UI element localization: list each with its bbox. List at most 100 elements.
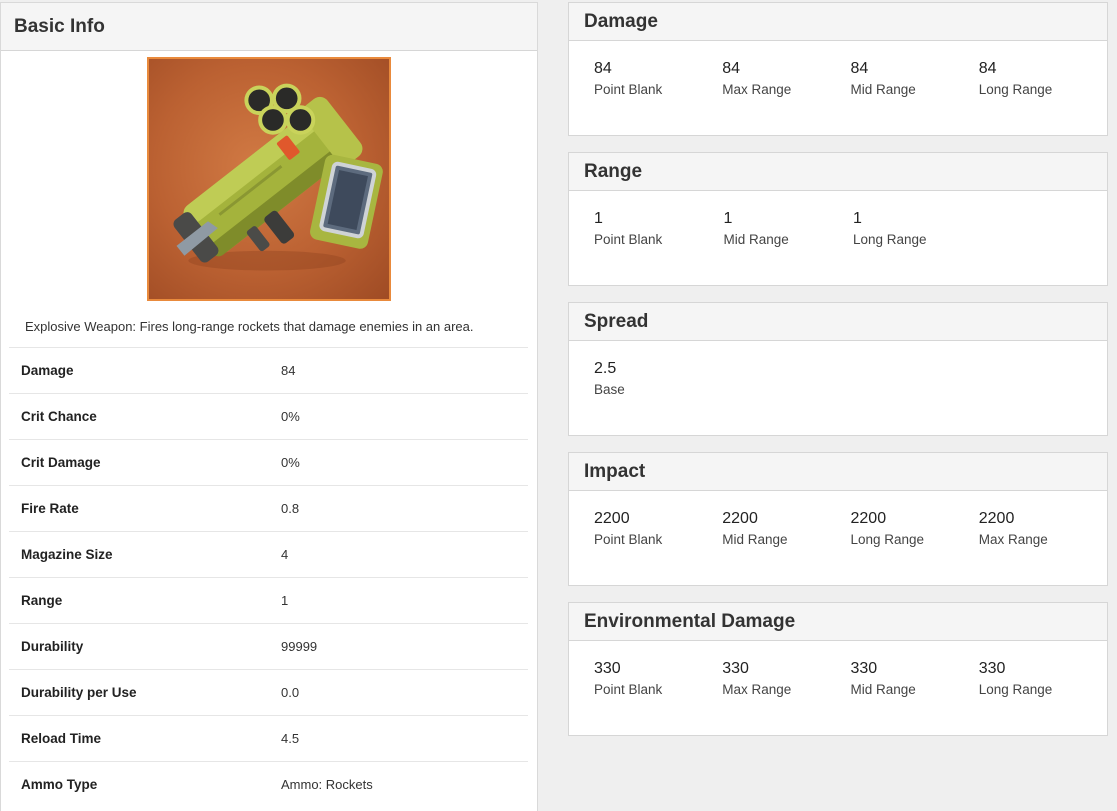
environmental-damage-card-header: Environmental Damage (569, 603, 1107, 641)
stat-value: 99999 (281, 639, 318, 654)
stat-row-durability: Durability 99999 (9, 623, 528, 669)
stat-row-reload-time: Reload Time 4.5 (9, 715, 528, 761)
damage-card-header: Damage (569, 3, 1107, 41)
metric-value: 84 (722, 60, 741, 77)
stat-row-crit-damage: Crit Damage 0% (9, 439, 528, 485)
metric-item: 2200 Point Blank (594, 509, 722, 547)
spread-card-header: Spread (569, 303, 1107, 341)
metric-value: 2.5 (594, 360, 617, 377)
metric-value: 330 (978, 660, 1006, 677)
damage-metrics: 84 Point Blank 84 Max Range 84 Mid Range… (569, 41, 1107, 97)
metric-item: 2200 Mid Range (722, 509, 850, 547)
stat-row-crit-chance: Crit Chance 0% (9, 393, 528, 439)
stat-value: 4 (281, 547, 289, 562)
environmental-damage-card: Environmental Damage 330 Point Blank 330… (568, 602, 1108, 736)
metric-value: 84 (978, 60, 997, 77)
stat-label: Reload Time (21, 731, 102, 746)
metric-label: Max Range (722, 82, 792, 97)
metric-value: 84 (594, 60, 612, 77)
stat-label: Durability (21, 639, 84, 654)
metric-item: 330 Long Range (979, 659, 1107, 697)
range-card: Range 1 Point Blank 1 Mid Range 1 Long R… (568, 152, 1108, 286)
environmental-damage-metrics: 330 Point Blank 330 Max Range 330 Mid Ra… (569, 641, 1107, 697)
metric-item: 2.5 Base (594, 359, 724, 397)
metric-value: 1 (853, 210, 862, 227)
stat-value: 0.8 (281, 501, 300, 516)
stat-label: Damage (21, 363, 74, 378)
metric-item: 330 Mid Range (851, 659, 979, 697)
metric-value: 330 (850, 660, 878, 677)
metric-item: 84 Point Blank (594, 59, 722, 97)
stat-value: 0.0 (281, 685, 300, 700)
stat-row-magazine-size: Magazine Size 4 (9, 531, 528, 577)
metric-value: 330 (594, 660, 621, 677)
stat-value: 0% (281, 409, 300, 424)
stat-value: 4.5 (281, 731, 300, 746)
stat-label: Crit Damage (21, 455, 101, 470)
metric-label: Mid Range (723, 232, 789, 247)
metric-label: Base (594, 382, 625, 397)
stat-label: Range (21, 593, 63, 608)
stat-row-ammo-type: Ammo Type Ammo: Rockets (9, 761, 528, 807)
metric-item: 84 Max Range (722, 59, 850, 97)
stat-value: 0% (281, 455, 300, 470)
impact-card: Impact 2200 Point Blank 2200 Mid Range 2… (568, 452, 1108, 586)
stat-value: 84 (281, 363, 296, 378)
metric-label: Long Range (853, 232, 927, 247)
range-card-title: Range (584, 160, 643, 182)
weapon-image (147, 57, 391, 301)
metric-label: Point Blank (594, 232, 663, 247)
spread-metrics: 2.5 Base (569, 341, 1107, 397)
metric-item: 1 Mid Range (724, 209, 854, 247)
stat-label: Fire Rate (21, 501, 79, 516)
weapon-description: Explosive Weapon: Fires long-range rocke… (25, 319, 474, 334)
metric-item: 330 Max Range (722, 659, 850, 697)
metric-value: 330 (722, 660, 749, 677)
metric-item: 2200 Long Range (851, 509, 979, 547)
metric-value: 1 (723, 210, 733, 227)
stat-label: Durability per Use (21, 685, 137, 700)
range-metrics: 1 Point Blank 1 Mid Range 1 Long Range (569, 191, 1107, 247)
metric-label: Long Range (850, 532, 925, 547)
stat-value: 1 (281, 593, 289, 608)
metric-item: 2200 Max Range (979, 509, 1107, 547)
metric-value: 2200 (850, 510, 887, 527)
stat-row-damage: Damage 84 (9, 347, 528, 393)
metric-value: 2200 (978, 510, 1015, 527)
metric-item: 84 Mid Range (851, 59, 979, 97)
metric-label: Long Range (978, 682, 1053, 697)
stat-label: Crit Chance (21, 409, 97, 424)
impact-metrics: 2200 Point Blank 2200 Mid Range 2200 Lon… (569, 491, 1107, 547)
metric-label: Long Range (978, 82, 1053, 97)
stat-row-durability-per-use: Durability per Use 0.0 (9, 669, 528, 715)
damage-card-title: Damage (584, 10, 658, 32)
metric-value: 84 (850, 60, 869, 77)
metric-label: Mid Range (722, 532, 788, 547)
metric-label: Max Range (722, 682, 792, 697)
spread-card-title: Spread (584, 310, 649, 332)
stat-value: Ammo: Rockets (281, 777, 373, 792)
range-card-header: Range (569, 153, 1107, 191)
metric-item: 330 Point Blank (594, 659, 722, 697)
metric-label: Mid Range (850, 82, 916, 97)
metric-label: Mid Range (850, 682, 916, 697)
metric-label: Max Range (978, 532, 1048, 547)
stat-row-fire-rate: Fire Rate 0.8 (9, 485, 528, 531)
metric-item: 1 Point Blank (594, 209, 724, 247)
environmental-damage-card-title: Environmental Damage (584, 610, 796, 632)
basic-info-title: Basic Info (14, 15, 105, 37)
impact-card-title: Impact (584, 460, 646, 482)
metric-value: 2200 (594, 510, 630, 527)
impact-card-header: Impact (569, 453, 1107, 491)
spread-card: Spread 2.5 Base (568, 302, 1108, 436)
rocket-launcher-icon (173, 83, 383, 271)
metric-label: Point Blank (594, 82, 663, 97)
metric-label: Point Blank (594, 532, 663, 547)
metric-value: 1 (594, 210, 603, 227)
metric-value: 2200 (722, 510, 758, 527)
metric-item: 1 Long Range (853, 209, 983, 247)
stat-label: Ammo Type (21, 777, 98, 792)
metric-label: Point Blank (594, 682, 663, 697)
metric-item: 84 Long Range (979, 59, 1107, 97)
basic-info-header: Basic Info (1, 3, 537, 51)
